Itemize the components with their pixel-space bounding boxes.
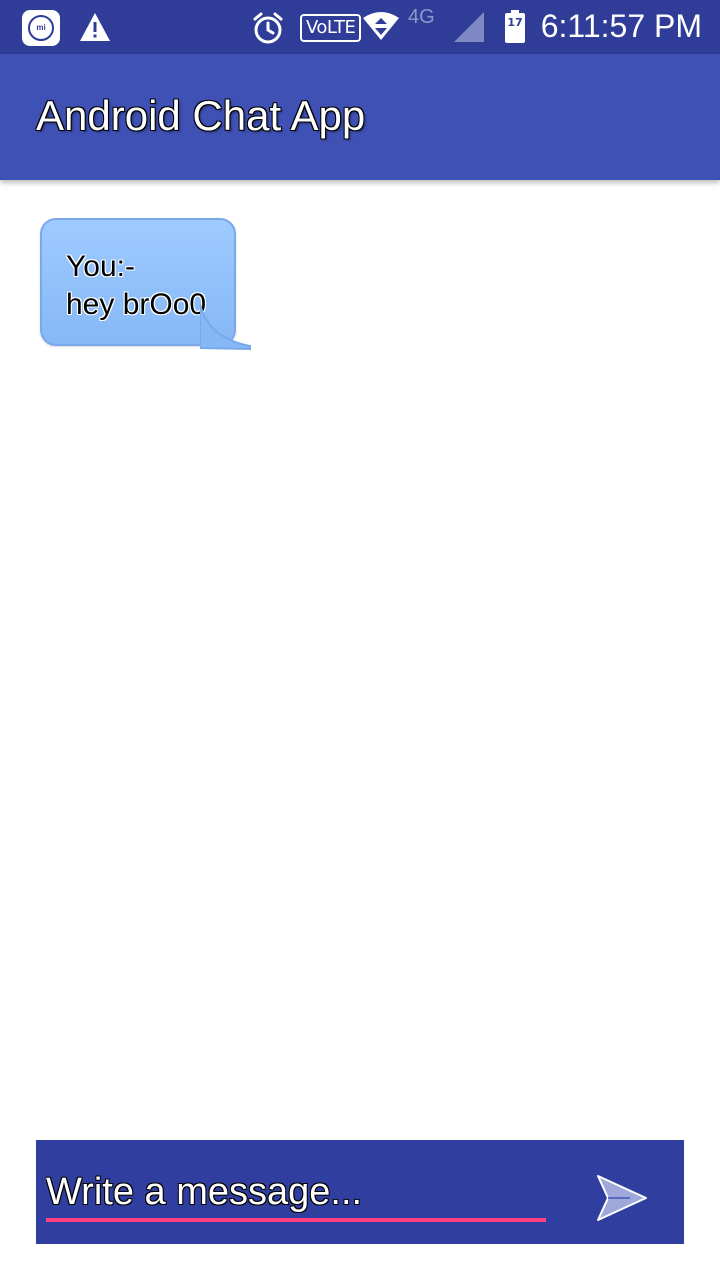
message-body: hey brOo0 bbox=[66, 288, 207, 321]
message-input[interactable] bbox=[46, 1166, 546, 1222]
alarm-icon bbox=[253, 12, 283, 44]
wifi-icon bbox=[363, 12, 399, 40]
battery-icon: 17 bbox=[504, 10, 526, 49]
battery-level: 17 bbox=[507, 16, 523, 29]
status-time: 6:11:57 PM bbox=[540, 8, 702, 44]
volte-icon: VoLTE bbox=[300, 14, 362, 42]
send-icon bbox=[597, 1175, 647, 1221]
message-composer bbox=[36, 1140, 684, 1244]
app-title: Android Chat App bbox=[36, 92, 366, 139]
warning-icon bbox=[80, 13, 110, 41]
message-sender: You:- bbox=[66, 250, 135, 283]
signal-icon bbox=[454, 12, 484, 42]
message-text: You:- hey brOo0 bbox=[66, 248, 206, 324]
app-bar: Android Chat App bbox=[0, 54, 720, 180]
send-button[interactable] bbox=[590, 1166, 654, 1230]
network-type-label: 4G bbox=[408, 6, 435, 28]
message-list[interactable]: You:- hey brOo0 bbox=[0, 180, 720, 1120]
mi-icon: mi bbox=[22, 10, 60, 46]
status-bar: mi VoLTE 4G 17 6:11:57 PM bbox=[0, 0, 720, 54]
bubble-tail bbox=[200, 304, 251, 350]
